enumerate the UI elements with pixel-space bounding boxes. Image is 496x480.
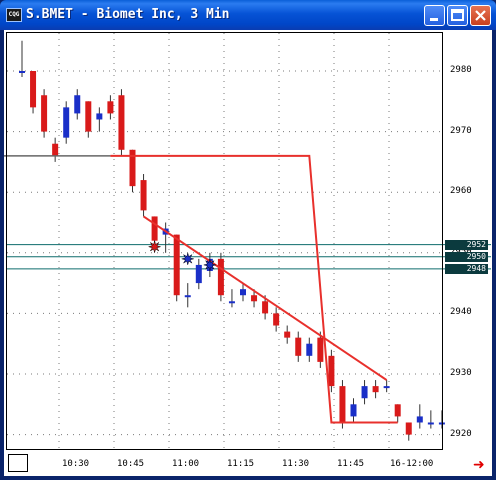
maximize-icon	[451, 9, 464, 21]
scroll-right-arrow-icon[interactable]: ➜	[473, 458, 485, 472]
time-tick-label: 16-12:00	[390, 459, 434, 469]
price-tag: 2950	[445, 251, 488, 262]
close-icon	[475, 10, 486, 21]
settings-box[interactable]	[8, 454, 28, 472]
time-tick-label: 11:15	[227, 459, 255, 469]
time-tick-label: 10:30	[62, 459, 90, 469]
window-title: S.BMET - Biomet Inc, 3 Min	[26, 7, 230, 22]
minimize-button[interactable]	[424, 5, 445, 26]
chart-area[interactable]: 2980 2970 2960 2950 2940 2930 2920 10:30 10:45 1…	[4, 30, 492, 476]
time-tick-label: 11:30	[282, 459, 310, 469]
price-tick-label: 2980	[450, 65, 472, 75]
price-tick-label: 2930	[450, 368, 472, 378]
app-window: CQG S.BMET - Biomet Inc, 3 Min 2980 2970 2…	[0, 0, 496, 480]
maximize-button[interactable]	[447, 5, 468, 26]
price-tick-label: 2920	[450, 428, 472, 439]
price-tick-label: 2970	[450, 125, 472, 136]
chart-app-icon: CQG	[6, 8, 22, 22]
time-tick-label: 11:45	[337, 459, 365, 469]
time-tick-label: 11:00	[172, 459, 200, 469]
price-tag: 2952	[445, 239, 488, 250]
minimize-icon	[430, 18, 438, 21]
title-bar[interactable]: CQG S.BMET - Biomet Inc, 3 Min	[0, 0, 496, 30]
price-tick-label: 2960	[450, 186, 472, 197]
close-button[interactable]	[470, 5, 491, 26]
time-tick-label: 10:45	[117, 459, 145, 469]
price-tag: 2948	[445, 263, 488, 274]
price-tick-label: 2940	[450, 307, 472, 318]
plot-frame	[6, 32, 443, 450]
